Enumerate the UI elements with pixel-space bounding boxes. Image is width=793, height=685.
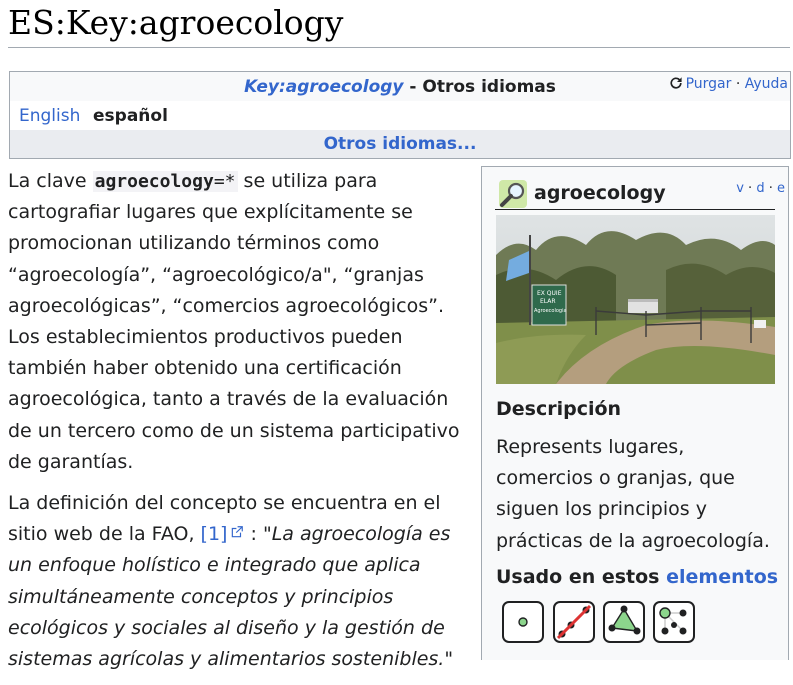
farm-entrance-photo: EX QUIE ELAR Agroecologia — [496, 215, 775, 384]
external-link-icon — [232, 526, 244, 538]
more-languages-toggle[interactable]: Otros idiomas... — [10, 130, 790, 158]
paragraph-definition: La definición del concepto se encuentra … — [8, 492, 454, 671]
reference-link[interactable]: [1] — [201, 523, 245, 545]
description-text: Represents lugares, comercios o granjas,… — [496, 436, 770, 552]
edit-link[interactable]: e — [777, 181, 785, 196]
language-current: español — [93, 106, 168, 126]
area-icon[interactable] — [603, 601, 645, 643]
key-value-code: agroecology=* — [92, 171, 238, 192]
purge-link[interactable]: Purgar — [686, 76, 732, 92]
language-list: English español — [10, 101, 790, 130]
languages-tools: Purgar · Ayuda — [669, 75, 788, 93]
node-icon[interactable] — [502, 601, 544, 643]
language-english-link[interactable]: English — [19, 101, 80, 131]
relation-icon[interactable] — [653, 601, 695, 643]
infobox-header: agroecology v · d · e — [495, 173, 785, 210]
sign-line-1: EX QUIE — [537, 290, 562, 297]
key-link[interactable]: Key:agroecology — [244, 77, 403, 97]
description-heading: Descripción — [496, 398, 622, 420]
infobox: agroecology v · d · e EX QUIE ELAR Agroe… — [481, 166, 789, 660]
refresh-icon[interactable] — [669, 76, 683, 90]
main-content: La clave agroecology=* se utiliza para c… — [8, 166, 474, 685]
page-title: ES:Key:agroecology — [8, 2, 790, 48]
magnifier-icon — [499, 180, 527, 208]
sign-line-3: Agroecologia — [534, 308, 567, 314]
infobox-title: agroecology — [534, 182, 666, 204]
used-on-heading: Usado en estos elementos — [496, 566, 779, 588]
infobox-photo[interactable]: EX QUIE ELAR Agroecologia — [496, 215, 775, 384]
paragraph-intro: La clave agroecology=* se utiliza para c… — [8, 170, 460, 473]
help-link[interactable]: Ayuda — [745, 76, 788, 92]
sign-line-2: ELAR — [540, 298, 556, 305]
way-not-allowed-icon[interactable] — [553, 601, 595, 643]
infobox-vde: v · d · e — [736, 181, 785, 196]
view-link[interactable]: v — [736, 181, 744, 196]
discuss-link[interactable]: d — [756, 181, 764, 196]
languages-box: Key:agroecology - Otros idiomas Purgar ·… — [9, 71, 791, 159]
elements-link[interactable]: elementos — [666, 566, 778, 588]
